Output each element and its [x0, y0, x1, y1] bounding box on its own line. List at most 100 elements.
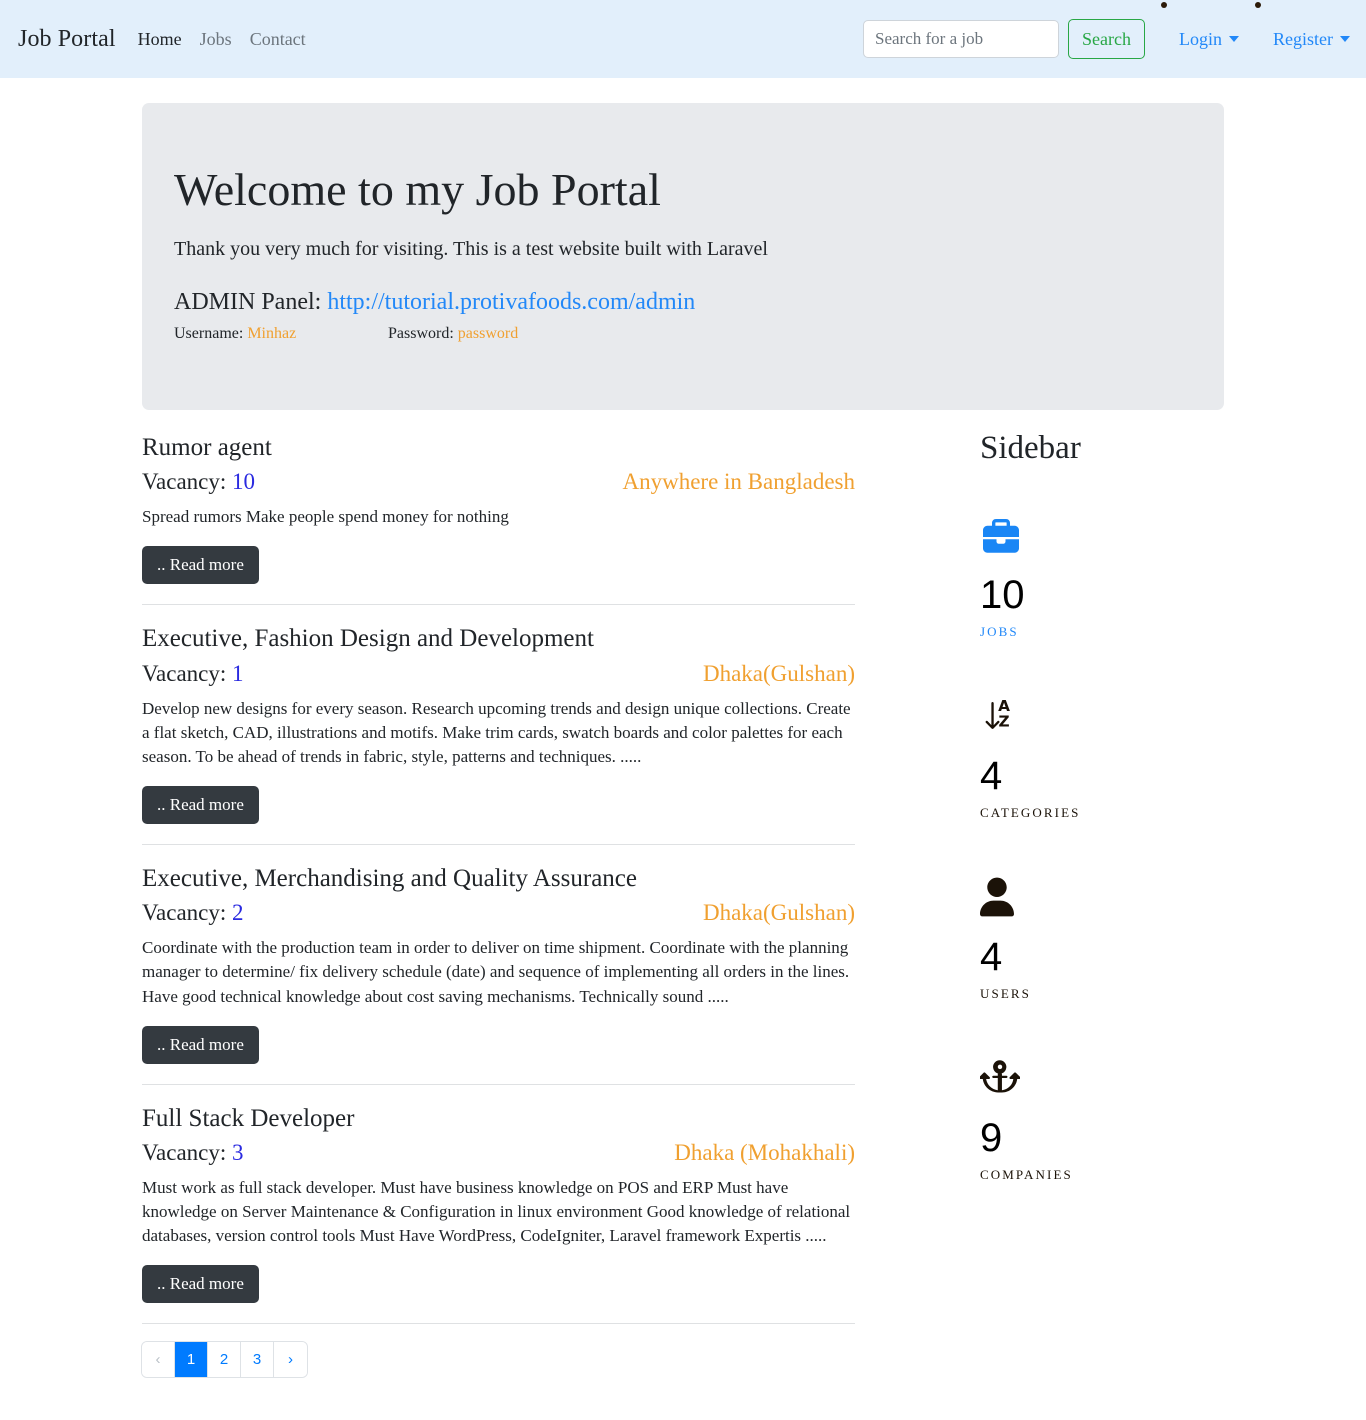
vacancy-label: Vacancy: [142, 660, 227, 686]
stat-label: COMPANIES [980, 1167, 1073, 1182]
nav-item-login: Login [1145, 1, 1239, 50]
job-search-form: Search [863, 19, 1145, 59]
job-divider [142, 1323, 855, 1325]
nav-link-contact[interactable]: Contact [250, 29, 306, 49]
sidebar-title: Sidebar [980, 430, 1081, 466]
job-meta: Vacancy: 2 Dhaka(Gulshan) [142, 900, 855, 926]
primary-nav: Home Jobs Contact [138, 29, 306, 50]
sidebar: Sidebar 10 JOBS A Z 4 CATEGORIES 4 USERS… [855, 432, 1224, 1235]
stat-label: JOBS [980, 624, 1019, 639]
job-location: Dhaka (Mohakhali) [674, 1139, 855, 1165]
anchor-icon [980, 1054, 1224, 1098]
admin-panel-link[interactable]: http://tutorial.protivafoods.com/admin [327, 289, 695, 315]
stat-label: USERS [980, 986, 1031, 1001]
sort-alpha-down-icon: A Z [980, 692, 1224, 736]
svg-text:Z: Z [999, 713, 1010, 731]
chevron-down-icon [1229, 36, 1239, 42]
username-value: Minhaz [247, 324, 297, 342]
stat-jobs: 10 JOBS [980, 511, 1224, 640]
pagination-page-3[interactable]: 3 [241, 1342, 274, 1378]
read-more-button[interactable]: .. Read more [142, 1025, 259, 1064]
admin-panel-line: ADMIN Panel: http://tutorial.protivafood… [174, 289, 1192, 316]
welcome-jumbotron: Welcome to my Job Portal Thank you very … [142, 103, 1224, 410]
chevron-down-icon [1340, 36, 1350, 42]
stat-users: 4 USERS [980, 873, 1224, 1002]
vacancy-label: Vacancy: [142, 900, 227, 926]
user-icon [980, 873, 1224, 917]
vacancy-count: 1 [232, 660, 244, 686]
svg-text:A: A [998, 697, 1010, 715]
job-divider [142, 604, 855, 606]
admin-panel-label: ADMIN Panel: [174, 288, 322, 315]
pagination-list: ‹ 1 2 3 › [142, 1342, 307, 1378]
pagination: ‹ 1 2 3 › [142, 1342, 855, 1378]
job-meta: Vacancy: 3 Dhaka (Mohakhali) [142, 1140, 855, 1166]
job-title[interactable]: Executive, Merchandising and Quality Ass… [142, 863, 855, 894]
briefcase-icon [980, 511, 1224, 555]
job-card: Rumor agent Vacancy: 10 Anywhere in Bang… [142, 432, 855, 585]
register-dropdown-toggle[interactable]: Register [1273, 29, 1350, 50]
read-more-button[interactable]: .. Read more [142, 786, 259, 824]
job-description: Must work as full stack developer. Must … [142, 1177, 851, 1246]
job-card: Full Stack Developer Vacancy: 3 Dhaka (M… [142, 1103, 855, 1304]
stat-categories: A Z 4 CATEGORIES [980, 692, 1224, 821]
job-vacancy: Vacancy: 1 [142, 661, 244, 687]
nav-item-home: Home [138, 29, 182, 50]
login-dropdown-toggle[interactable]: Login [1179, 29, 1239, 50]
search-input[interactable] [863, 20, 1060, 58]
nav-item-contact: Contact [250, 29, 306, 50]
username-credential: Username: Minhaz [174, 325, 388, 343]
page-container: Welcome to my Job Portal Thank you very … [142, 78, 1224, 1378]
search-button[interactable]: Search [1068, 19, 1145, 59]
vacancy-label: Vacancy: [142, 1139, 227, 1165]
vacancy-count: 10 [232, 469, 256, 495]
navbar-right-section: Search Login Register [863, 1, 1350, 59]
job-description: Coordinate with the production team in o… [142, 938, 850, 1006]
job-vacancy: Vacancy: 2 [142, 900, 244, 926]
job-card: Executive, Fashion Design and Developmen… [142, 623, 855, 824]
job-card: Executive, Merchandising and Quality Ass… [142, 863, 855, 1064]
password-value: password [457, 324, 519, 342]
job-location: Dhaka(Gulshan) [702, 900, 855, 926]
register-label: Register [1273, 28, 1333, 49]
main-navbar: Job Portal Home Jobs Contact Search Logi… [0, 0, 1366, 78]
nav-link-home[interactable]: Home [138, 29, 182, 49]
login-label: Login [1179, 28, 1222, 49]
pagination-prev[interactable]: ‹ [142, 1342, 175, 1378]
content-grid: Rumor agent Vacancy: 10 Anywhere in Bang… [142, 432, 1224, 1378]
read-more-button[interactable]: .. Read more [142, 546, 259, 585]
hero-lead-text: Thank you very much for visiting. This i… [174, 237, 768, 260]
page-title: Welcome to my Job Portal [174, 164, 661, 215]
job-location: Anywhere in Bangladesh [622, 469, 856, 495]
pagination-next[interactable]: › [274, 1342, 307, 1378]
job-divider [142, 844, 855, 845]
job-vacancy: Vacancy: 3 [142, 1140, 244, 1166]
pagination-page-1[interactable]: 1 [175, 1342, 208, 1378]
stat-value: 10 [980, 573, 1025, 617]
read-more-button[interactable]: .. Read more [142, 1265, 259, 1304]
job-title[interactable]: Executive, Fashion Design and Developmen… [142, 623, 855, 654]
password-label: Password: [388, 324, 454, 342]
auth-nav: Login Register [1145, 1, 1350, 50]
vacancy-label: Vacancy: [142, 469, 227, 495]
job-vacancy: Vacancy: 10 [142, 469, 255, 495]
nav-item-jobs: Jobs [200, 29, 232, 50]
nav-item-register: Register [1239, 1, 1350, 50]
job-description: Develop new designs for every season. Re… [142, 698, 851, 766]
stat-value: 9 [980, 1116, 1003, 1160]
job-title[interactable]: Full Stack Developer [142, 1103, 855, 1134]
vacancy-count: 3 [232, 1139, 244, 1165]
nav-link-jobs[interactable]: Jobs [200, 29, 232, 49]
pagination-page-2[interactable]: 2 [208, 1342, 241, 1378]
stat-label: CATEGORIES [980, 805, 1081, 820]
job-list-column: Rumor agent Vacancy: 10 Anywhere in Bang… [142, 432, 855, 1378]
job-description: Spread rumors Make people spend money fo… [142, 507, 509, 527]
job-meta: Vacancy: 10 Anywhere in Bangladesh [142, 469, 855, 495]
job-divider [142, 1083, 855, 1085]
job-title[interactable]: Rumor agent [142, 432, 855, 463]
stat-value: 4 [980, 754, 1003, 798]
stat-value: 4 [980, 935, 1003, 979]
brand-logo[interactable]: Job Portal [18, 26, 116, 53]
username-label: Username: [174, 324, 244, 342]
job-meta: Vacancy: 1 Dhaka(Gulshan) [142, 661, 855, 687]
